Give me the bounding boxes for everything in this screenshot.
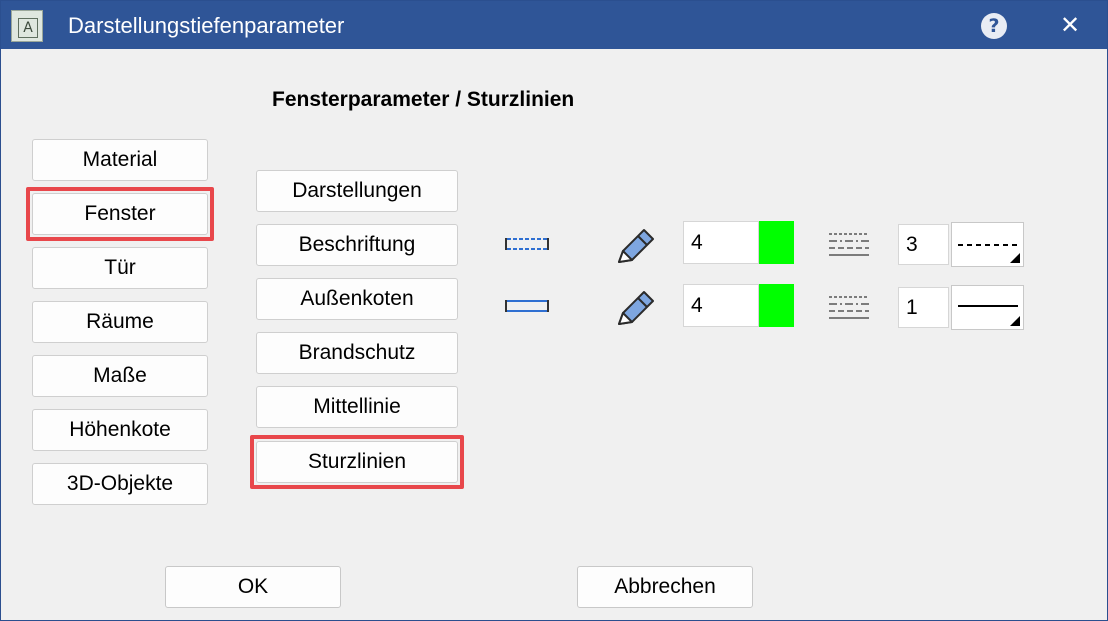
- pen-color-swatch[interactable]: [759, 221, 794, 264]
- dialog-window: A Darstellungstiefenparameter ? ✕ Fenste…: [0, 0, 1108, 621]
- close-icon[interactable]: ✕: [1056, 10, 1084, 40]
- category-raeume-button[interactable]: Räume: [32, 301, 208, 343]
- solid-line-preview: [958, 305, 1018, 307]
- dropdown-corner-icon: [1010, 253, 1020, 263]
- linetype-number-field[interactable]: 3: [898, 224, 949, 265]
- pen-icon[interactable]: [613, 225, 657, 267]
- app-logo-letter: A: [18, 18, 38, 38]
- dashed-lintel-line-icon: [505, 238, 549, 250]
- category-masse-button[interactable]: Maße: [32, 355, 208, 397]
- solid-lintel-line-icon: [505, 300, 549, 312]
- sub-aussenkoten-button[interactable]: Außenkoten: [256, 278, 458, 320]
- linetype-dropdown[interactable]: [951, 222, 1024, 267]
- category-hoehenkote-button[interactable]: Höhenkote: [32, 409, 208, 451]
- window-title: Darstellungstiefenparameter: [68, 13, 345, 38]
- linetype-icon: [829, 233, 869, 256]
- title-bar[interactable]: A Darstellungstiefenparameter ? ✕: [1, 1, 1107, 49]
- category-3d-objekte-button[interactable]: 3D-Objekte: [32, 463, 208, 505]
- dashed-line-preview: [958, 244, 1018, 246]
- linetype-number-field[interactable]: 1: [898, 287, 949, 328]
- help-icon[interactable]: ?: [981, 13, 1007, 39]
- sub-darstellungen-button[interactable]: Darstellungen: [256, 170, 458, 212]
- section-heading: Fensterparameter / Sturzlinien: [272, 88, 575, 111]
- linetype-icon: [829, 296, 869, 319]
- sub-mittellinie-button[interactable]: Mittellinie: [256, 386, 458, 428]
- category-tuer-button[interactable]: Tür: [32, 247, 208, 289]
- dropdown-corner-icon: [1010, 316, 1020, 326]
- pen-number-field[interactable]: 4: [683, 221, 759, 264]
- pen-color-swatch[interactable]: [759, 284, 794, 327]
- category-material-button[interactable]: Material: [32, 139, 208, 181]
- ok-button[interactable]: OK: [165, 566, 341, 608]
- pen-number-field[interactable]: 4: [683, 284, 759, 327]
- pen-icon[interactable]: [613, 287, 657, 329]
- linetype-dropdown[interactable]: [951, 285, 1024, 330]
- cancel-button[interactable]: Abbrechen: [577, 566, 753, 608]
- selection-highlight: [26, 187, 214, 241]
- sub-brandschutz-button[interactable]: Brandschutz: [256, 332, 458, 374]
- app-logo-icon: A: [11, 10, 43, 42]
- selection-highlight: [250, 435, 464, 489]
- sub-beschriftung-button[interactable]: Beschriftung: [256, 224, 458, 266]
